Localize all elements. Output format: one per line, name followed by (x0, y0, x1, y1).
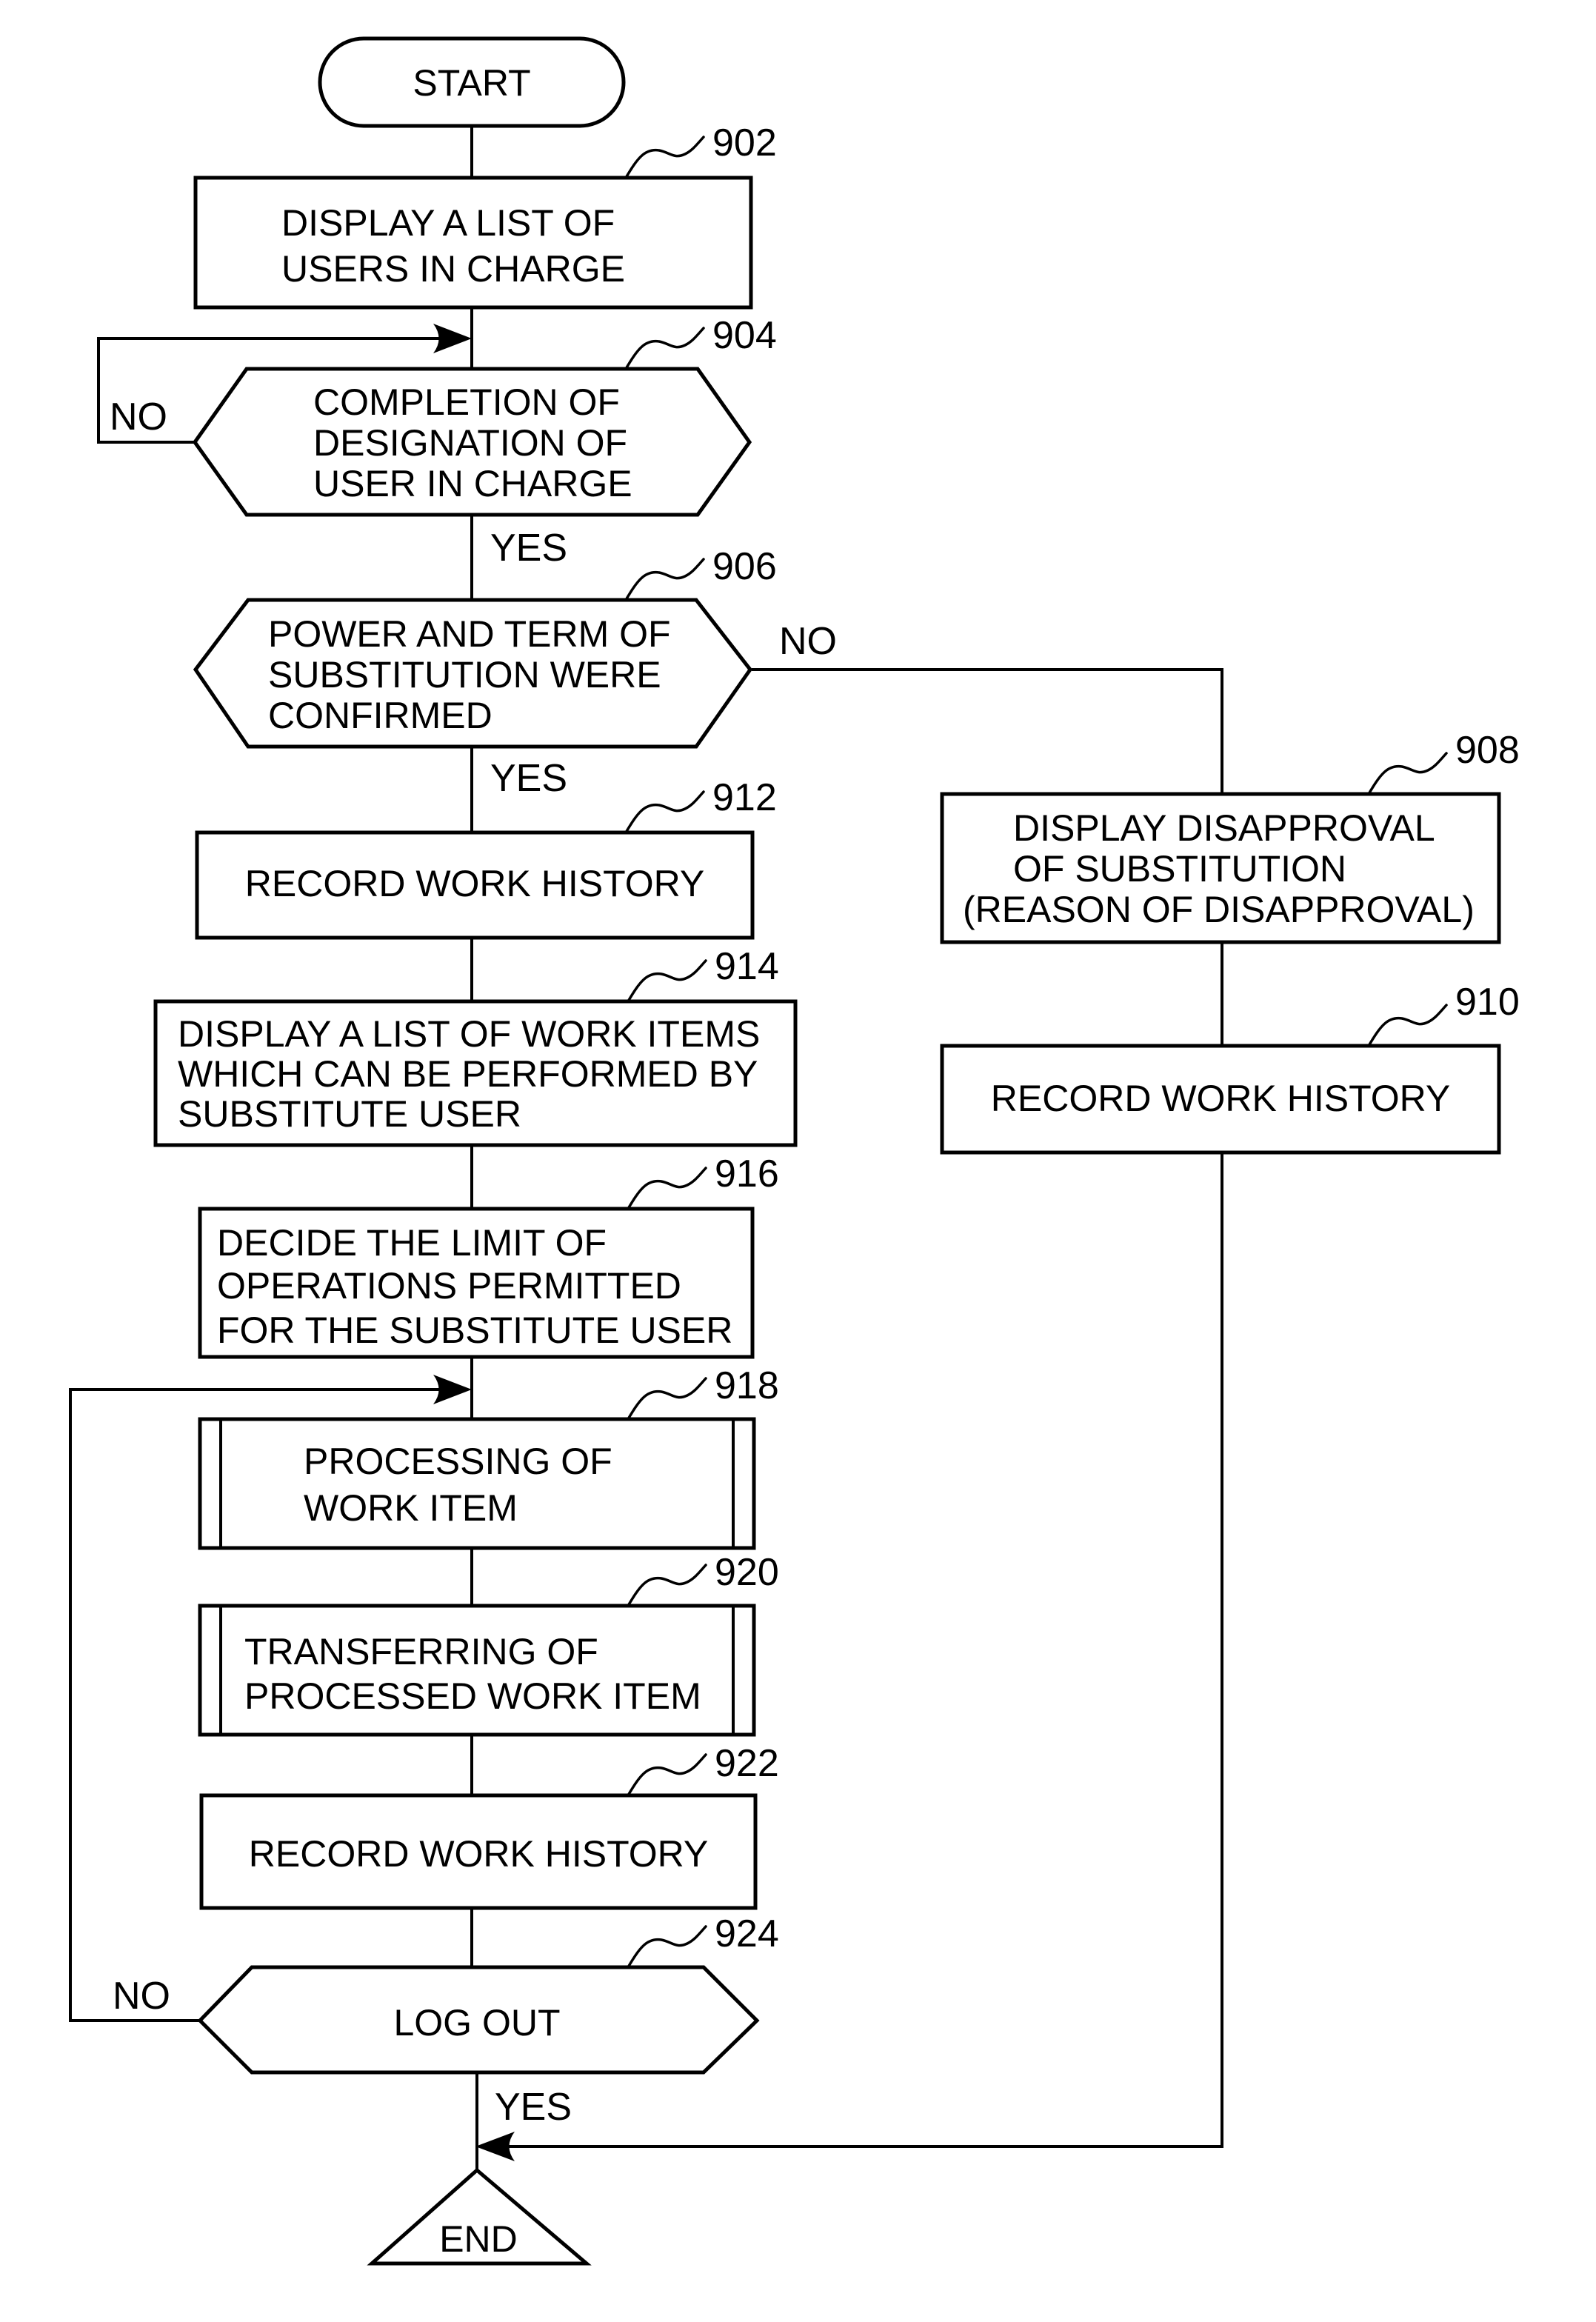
label-924-no: NO (113, 1975, 170, 2018)
reference-number-910: 910 (1455, 981, 1520, 1024)
node-920-line-2: PROCESSED WORK ITEM (244, 1675, 701, 1717)
reference-number-902: 902 (712, 121, 777, 164)
node-908: DISPLAY DISAPPROVAL OF SUBSTITUTION (REA… (940, 729, 1520, 944)
label-904-no: NO (110, 396, 167, 438)
node-910: RECORD WORK HISTORY 910 (940, 981, 1520, 1155)
reference-number-922: 922 (715, 1742, 779, 1785)
end-label: END (439, 2218, 518, 2260)
reference-number-912: 912 (712, 776, 777, 819)
node-920: TRANSFERRING OF PROCESSED WORK ITEM 920 (198, 1551, 779, 1737)
node-914-line-1: DISPLAY A LIST OF WORK ITEMS (178, 1013, 760, 1055)
reference-leader-918 (627, 1377, 707, 1421)
node-end: END (367, 2167, 592, 2266)
node-908-line-1: DISPLAY DISAPPROVAL (1013, 807, 1435, 849)
node-902: DISPLAY A LIST OF USERS IN CHARGE 902 (193, 121, 777, 310)
node-908-line-2: OF SUBSTITUTION (1013, 848, 1346, 890)
reference-number-904: 904 (712, 314, 777, 357)
node-922: RECORD WORK HISTORY 922 (199, 1742, 779, 1910)
node-904-line-3: USER IN CHARGE (313, 463, 632, 504)
node-914: DISPLAY A LIST OF WORK ITEMS WHICH CAN B… (153, 945, 798, 1147)
label-906-no: NO (779, 620, 837, 663)
node-916-line-1: DECIDE THE LIMIT OF (217, 1222, 607, 1264)
label-904-yes: YES (490, 527, 567, 570)
node-916-line-2: OPERATIONS PERMITTED (217, 1265, 681, 1307)
reference-leader-912 (624, 790, 705, 834)
reference-number-914: 914 (715, 945, 779, 988)
node-910-line-1: RECORD WORK HISTORY (991, 1078, 1450, 1119)
node-904-line-2: DESIGNATION OF (313, 422, 627, 464)
label-924-yes: YES (495, 2086, 572, 2129)
node-918-line-1: PROCESSING OF (304, 1441, 612, 1482)
reference-number-920: 920 (715, 1551, 779, 1594)
reference-leader-922 (627, 1753, 707, 1797)
node-906: POWER AND TERM OF SUBSTITUTION WERE CONF… (193, 545, 837, 800)
reference-number-924: 924 (715, 1912, 779, 1955)
reference-number-918: 918 (715, 1364, 779, 1407)
node-922-line-1: RECORD WORK HISTORY (249, 1833, 708, 1875)
reference-leader-908 (1367, 752, 1448, 795)
label-906-yes: YES (490, 757, 567, 800)
start-label: START (413, 62, 530, 104)
reference-number-906: 906 (712, 545, 777, 588)
edge-906-no-908 (752, 668, 1223, 794)
arrowhead-904-loop (433, 324, 472, 353)
reference-leader-920 (627, 1564, 707, 1607)
reference-leader-916 (627, 1167, 707, 1210)
reference-number-908: 908 (1455, 729, 1520, 772)
node-906-line-3: CONFIRMED (268, 695, 493, 736)
flowchart: START DISPLAY A LIST OF USERS IN CHARGE … (69, 36, 1520, 2266)
reference-leader-910 (1367, 1004, 1448, 1047)
node-start: START (318, 36, 626, 128)
arrowhead-910-end (475, 2132, 515, 2161)
node-912: RECORD WORK HISTORY 912 (195, 776, 777, 940)
node-914-line-3: SUBSTITUTE USER (178, 1093, 521, 1135)
node-906-line-1: POWER AND TERM OF (268, 613, 671, 655)
node-904-line-1: COMPLETION OF (313, 381, 620, 423)
node-912-line-1: RECORD WORK HISTORY (245, 863, 704, 904)
reference-leader-906 (624, 558, 705, 601)
node-908-line-3: (REASON OF DISAPPROVAL) (963, 889, 1475, 930)
reference-leader-914 (627, 959, 707, 1003)
reference-number-916: 916 (715, 1152, 779, 1195)
node-902-line-1: DISPLAY A LIST OF (281, 202, 615, 244)
node-916-line-3: FOR THE SUBSTITUTE USER (217, 1310, 732, 1351)
node-914-line-2: WHICH CAN BE PERFORMED BY (178, 1053, 758, 1095)
node-904: COMPLETION OF DESIGNATION OF USER IN CHA… (110, 314, 777, 570)
node-918-line-2: WORK ITEM (304, 1487, 518, 1529)
reference-leader-924 (627, 1925, 707, 1969)
arrowhead-924-loop (433, 1375, 472, 1404)
node-918: PROCESSING OF WORK ITEM 918 (198, 1364, 779, 1550)
reference-leader-904 (624, 327, 705, 370)
node-906-line-2: SUBSTITUTION WERE (268, 654, 661, 695)
node-902-line-2: USERS IN CHARGE (281, 248, 625, 290)
node-916: DECIDE THE LIMIT OF OPERATIONS PERMITTED… (198, 1152, 779, 1359)
reference-leader-902 (624, 136, 705, 179)
node-924-line-1: LOG OUT (393, 2002, 560, 2044)
node-920-line-1: TRANSFERRING OF (244, 1631, 598, 1672)
node-924: LOG OUT 924 NO YES (113, 1912, 779, 2129)
